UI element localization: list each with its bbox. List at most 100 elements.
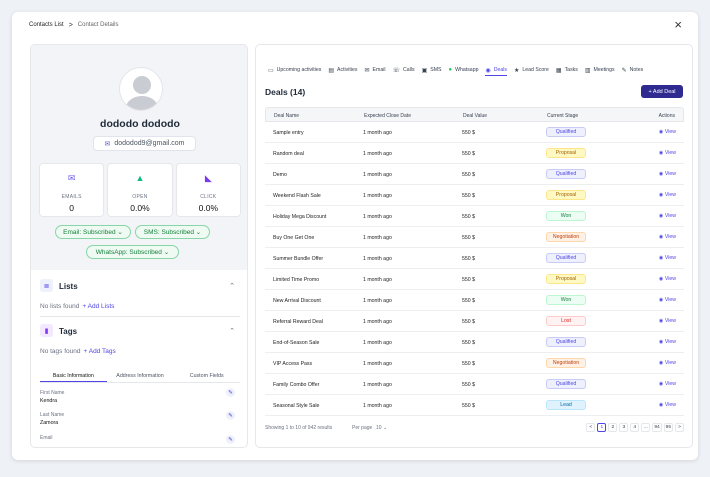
page-button[interactable]: 1 <box>597 423 607 432</box>
table-row[interactable]: New Arrival Discount 1 month ago 550 $ Won ◉… <box>265 290 684 311</box>
table-row[interactable]: Referral Reward Deal 1 month ago 550 $ Lost… <box>265 311 684 332</box>
deal-value: 550 $ <box>462 151 475 157</box>
table-row[interactable]: Buy One Get One 1 month ago 550 $ Negotiati… <box>265 227 684 248</box>
table-row[interactable]: End-of-Season Sale 1 month ago 550 $ Qualif… <box>265 332 684 353</box>
chevron-down-icon: ⌄ <box>382 425 388 431</box>
tab-lead-score[interactable]: ★ Lead Score <box>514 67 549 74</box>
page-button[interactable]: < <box>586 423 596 432</box>
table-row[interactable]: Seasonal Style Sale 1 month ago 550 $ Lead ◉… <box>265 395 684 416</box>
add-deal-button[interactable]: + Add Deal <box>641 85 683 98</box>
tab-label: Meetings <box>593 67 615 73</box>
per-page-select[interactable]: 10 ⌄ <box>376 425 387 431</box>
field-value: Kendra <box>40 398 58 404</box>
field-value: Zamora <box>40 420 59 426</box>
deal-name: Sample entry <box>273 130 304 136</box>
deal-value: 550 $ <box>462 361 475 367</box>
pagination: <1 2 3 4... 94 95 > <box>586 423 684 432</box>
view-button[interactable]: ◉ View <box>659 402 676 408</box>
page-button[interactable]: 95 <box>663 423 673 432</box>
view-button[interactable]: ◉ View <box>659 255 676 261</box>
table-body: Sample entry 1 month ago 550 $ Qualified ◉ V… <box>265 122 684 416</box>
stat-emails: ✉ EMAILS 0 <box>39 163 105 217</box>
page-button[interactable]: 2 <box>608 423 618 432</box>
contact-email[interactable]: ✉ dododod9@gmail.com <box>93 136 196 151</box>
tab-upcoming-activities[interactable]: ▭ Upcoming activities <box>268 67 321 74</box>
active-tab-indicator <box>485 75 507 76</box>
view-button[interactable]: ◉ View <box>659 171 676 177</box>
view-button[interactable]: ◉ View <box>659 381 676 387</box>
email-subscription-badge[interactable]: Email: Subscribed ⌄ <box>55 225 131 239</box>
deal-value: 550 $ <box>462 130 475 136</box>
view-button[interactable]: ◉ View <box>659 297 676 303</box>
page-button[interactable]: 94 <box>652 423 662 432</box>
deal-name: New Arrival Discount <box>273 298 321 304</box>
stage-badge: Lost <box>546 316 586 326</box>
tab-address-information[interactable]: Address Information <box>107 371 174 382</box>
field-label: Last Name <box>40 412 65 418</box>
stat-value: 0 <box>69 203 75 213</box>
table-row[interactable]: Holiday Mega Discount 1 month ago 550 $ Won… <box>265 206 684 227</box>
tab-calls[interactable]: ☏ Calls <box>393 67 415 74</box>
view-button[interactable]: ◉ View <box>659 339 676 345</box>
table-row[interactable]: Weekend Flash Sale 1 month ago 550 $ Propos… <box>265 185 684 206</box>
deal-name: VIP Access Pass <box>273 361 313 367</box>
table-row[interactable]: Limited Time Promo 1 month ago 550 $ Propos… <box>265 269 684 290</box>
chevron-up-icon[interactable]: ⌃ <box>229 327 235 335</box>
tab-label: SMS <box>430 67 442 73</box>
contact-email-text: dododod9@gmail.com <box>114 140 185 147</box>
view-button[interactable]: ◉ View <box>659 192 676 198</box>
table-row[interactable]: VIP Access Pass 1 month ago 550 $ Negotiati… <box>265 353 684 374</box>
tab-email[interactable]: ✉ Email <box>365 67 386 74</box>
tab-custom-fields[interactable]: Custom Fields <box>173 371 240 382</box>
chevron-up-icon[interactable]: ⌃ <box>229 282 235 290</box>
tab-activities[interactable]: ▤ Activities <box>328 67 357 74</box>
breadcrumb-contacts-list[interactable]: Contacts List <box>29 22 64 28</box>
tab-sms[interactable]: ▣ SMS <box>422 67 442 74</box>
view-label: View <box>664 213 676 219</box>
deal-value: 550 $ <box>462 235 475 241</box>
divider <box>40 316 240 317</box>
subscription-label: WhatsApp: Subscribed <box>95 248 162 256</box>
stage-badge: Proposal <box>546 274 586 284</box>
breadcrumb: Contacts List > Contact Details <box>12 12 698 38</box>
edit-pencil-icon[interactable]: ✎ <box>226 435 235 444</box>
column-header: Current Stage <box>547 113 579 119</box>
view-button[interactable]: ◉ View <box>659 360 676 366</box>
page-button[interactable]: > <box>675 423 684 432</box>
tab-notes[interactable]: ✎ Notes <box>622 67 644 74</box>
table-row[interactable]: Family Combo Offer 1 month ago 550 $ Qualif… <box>265 374 684 395</box>
view-label: View <box>664 150 676 156</box>
tab-basic-information[interactable]: Basic Information <box>40 371 107 382</box>
view-button[interactable]: ◉ View <box>659 234 676 240</box>
view-button[interactable]: ◉ View <box>659 318 676 324</box>
view-button[interactable]: ◉ View <box>659 129 676 135</box>
deals-icon: ◉ <box>485 67 491 74</box>
table-row[interactable]: Random deal 1 month ago 550 $ Proposal ◉ Vie… <box>265 143 684 164</box>
page-button[interactable]: 3 <box>619 423 629 432</box>
add-tags-link[interactable]: + Add Tags <box>83 348 115 355</box>
contact-details-modal: Contacts List > Contact Details × dododo… <box>12 12 698 460</box>
close-icon[interactable]: × <box>674 18 682 31</box>
view-button[interactable]: ◉ View <box>659 213 676 219</box>
add-lists-link[interactable]: + Add Lists <box>82 303 114 310</box>
table-row[interactable]: Sample entry 1 month ago 550 $ Qualified ◉ V… <box>265 122 684 143</box>
breadcrumb-contact-details: Contact Details <box>77 22 119 28</box>
tab-deals[interactable]: ◉ Deals <box>485 67 507 74</box>
tab-tasks[interactable]: ▦ Tasks <box>556 67 578 74</box>
table-row[interactable]: Summer Bundle Offer 1 month ago 550 $ Quali… <box>265 248 684 269</box>
page-button[interactable]: 4 <box>630 423 640 432</box>
deals-title: Deals (14) <box>265 87 306 97</box>
tab-whatsapp[interactable]: ● Whatsapp <box>448 67 478 73</box>
edit-pencil-icon[interactable]: ✎ <box>226 411 235 420</box>
table-row[interactable]: Demo 1 month ago 550 $ Qualified ◉ View <box>265 164 684 185</box>
view-label: View <box>664 360 676 366</box>
edit-pencil-icon[interactable]: ✎ <box>226 388 235 397</box>
tags-title: Tags <box>59 327 78 336</box>
lists-icon: ≣ <box>40 279 53 292</box>
deal-value: 550 $ <box>462 172 475 178</box>
tab-meetings[interactable]: ▥ Meetings <box>585 67 615 74</box>
sms-subscription-badge[interactable]: SMS: Subscribed ⌄ <box>135 225 210 239</box>
view-button[interactable]: ◉ View <box>659 276 676 282</box>
whatsapp-subscription-badge[interactable]: WhatsApp: Subscribed ⌄ <box>86 245 179 259</box>
view-button[interactable]: ◉ View <box>659 150 676 156</box>
